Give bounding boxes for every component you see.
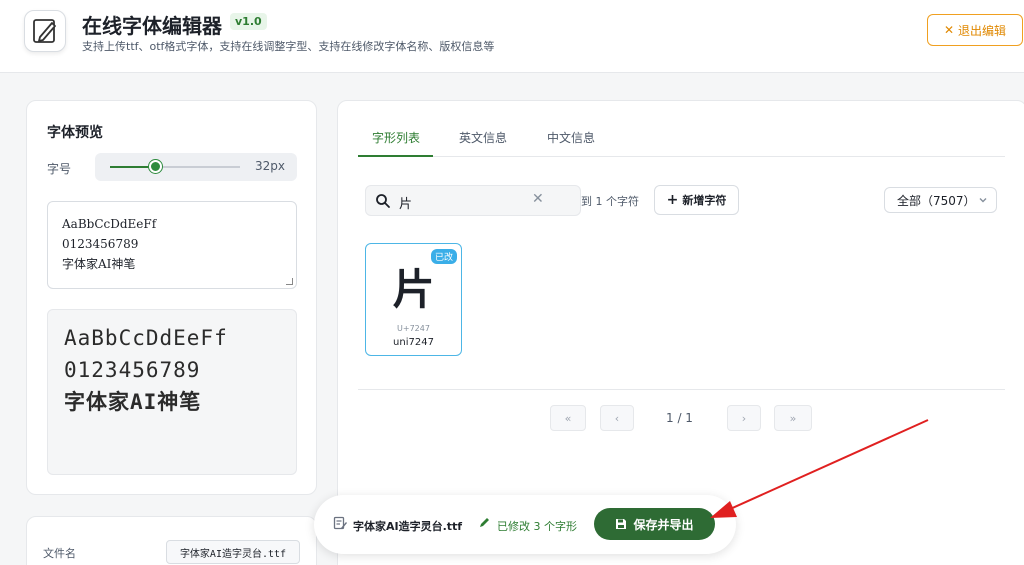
preview-title: 字体预览 [47,125,103,141]
pencil-icon [480,518,489,527]
search-icon [376,194,390,208]
app-logo [24,10,66,52]
filter-value: 全部（7507） [897,193,976,208]
glyph-filter-select[interactable]: 全部（7507） [884,187,997,213]
file-info-card: 文件名 字体家AI造字灵台.ttf [26,516,317,565]
preview-output-line: 0123456789 [64,358,201,382]
modified-badge: 已改 [430,249,457,264]
tab-chinese-info[interactable]: 中文信息 [547,129,595,146]
modified-count: 已修改 3 个字形 [497,520,577,533]
glyph-preview: 片 [392,265,435,314]
glyph-search-input[interactable]: 片 ✕ [365,185,581,216]
exit-edit-label: 退出编辑 [958,23,1007,38]
preview-output-line: 字体家AI神笔 [64,390,202,414]
save-and-export-button[interactable]: 保存并导出 [594,508,715,540]
font-size-value: 32px [255,159,285,173]
prev-page-button[interactable]: ‹ [600,405,634,431]
pencil-edit-icon [33,19,56,43]
version-badge: v1.0 [230,13,267,30]
save-icon [616,519,627,529]
next-page-button[interactable]: › [727,405,761,431]
add-glyph-button[interactable]: + 新增字符 [654,185,739,215]
search-result-count: 到 1 个字符 [581,195,639,208]
exit-edit-button[interactable]: ✕ 退出编辑 [927,14,1023,46]
first-page-button[interactable]: « [550,405,586,431]
resize-handle[interactable] [286,278,293,285]
search-query: 片 [399,197,413,212]
font-size-slider[interactable] [110,166,240,168]
active-tab-indicator [358,155,433,157]
current-file-name: 字体家AI造字灵台.ttf [353,520,463,533]
font-size-slider-box: 32px [95,153,297,181]
file-name-label: 文件名 [43,547,76,560]
divider [358,389,1005,390]
app-title: 在线字体编辑器 [82,14,222,38]
tab-glyph-list[interactable]: 字形列表 [372,129,420,146]
preview-text-input[interactable]: AaBbCcDdEeFf 0123456789 字体家AI神笔 [47,201,297,289]
slider-thumb[interactable] [148,160,162,173]
chevron-down-icon [979,198,987,203]
file-name-field[interactable]: 字体家AI造字灵台.ttf [166,540,300,564]
preview-rendered-text: AaBbCcDdEeFf 0123456789 字体家AI神笔 [47,309,297,475]
preview-input-line: 字体家AI神笔 [62,257,136,271]
app-header: 在线字体编辑器 v1.0 支持上传ttf、otf格式字体，支持在线调整字型、支持… [0,0,1024,73]
font-size-label: 字号 [47,162,72,176]
preview-output-line: AaBbCcDdEeFf [64,326,228,350]
preview-input-line: 0123456789 [62,237,139,251]
clear-search-icon[interactable]: ✕ [532,191,544,207]
app-subtitle: 支持上传ttf、otf格式字体，支持在线调整字型、支持在线修改字体名称、版权信息… [82,40,495,53]
close-icon: ✕ [943,23,955,37]
file-edit-icon [333,516,347,530]
page-indicator: 1 / 1 [666,411,693,425]
save-and-export-label: 保存并导出 [633,517,694,532]
glyph-name: uni7247 [393,337,434,348]
tab-bar: 字形列表 英文信息 中文信息 [358,119,1005,157]
preview-input-line: AaBbCcDdEeFf [62,217,157,231]
font-preview-card: 字体预览 字号 32px AaBbCcDdEeFf 0123456789 字体家… [26,100,317,495]
glyph-unicode: U+7247 [397,324,430,333]
add-glyph-label: 新增字符 [682,194,727,207]
last-page-button[interactable]: » [774,405,812,431]
tab-english-info[interactable]: 英文信息 [459,129,507,146]
glyph-tile[interactable]: 片 已改 U+7247 uni7247 [365,243,462,356]
plus-icon: + [666,192,679,208]
save-bar: 字体家AI造字灵台.ttf 已修改 3 个字形 保存并导出 [314,495,736,554]
